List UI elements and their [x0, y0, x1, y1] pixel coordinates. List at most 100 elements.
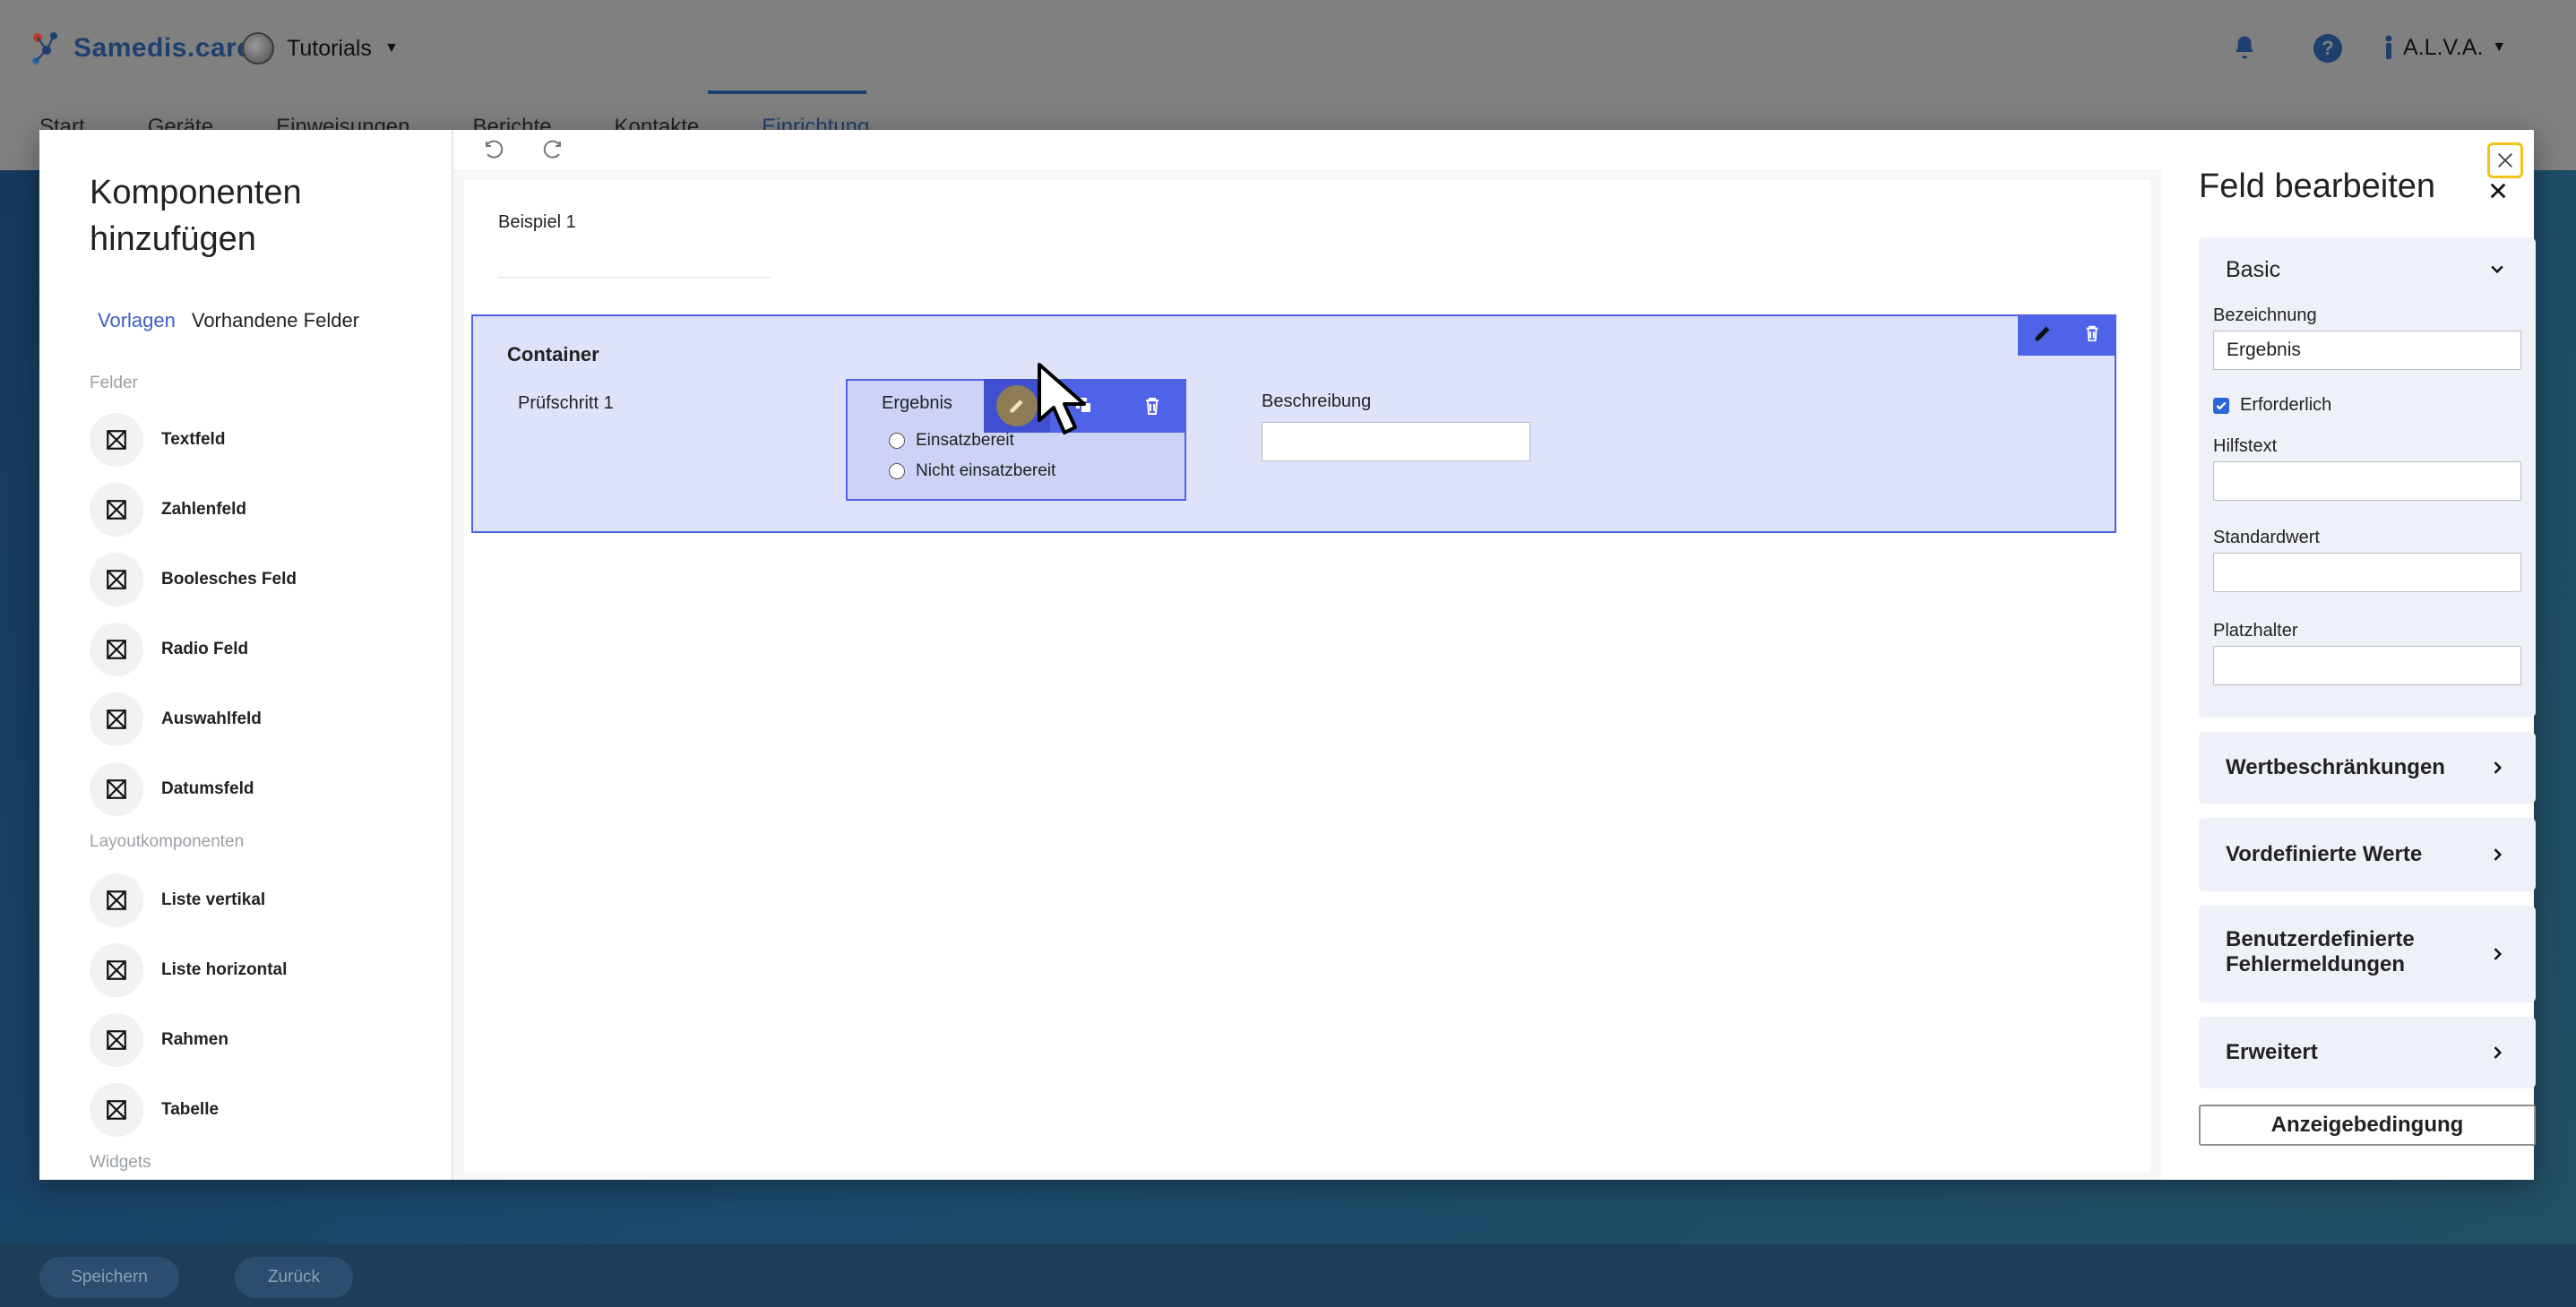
radio-option[interactable]: Einsatzbereit: [889, 431, 1014, 451]
delete-field-button[interactable]: [1118, 379, 1186, 433]
description-input[interactable]: [1262, 422, 1530, 461]
basic-section-header[interactable]: Basic: [2226, 257, 2280, 283]
component-label: Textfeld: [161, 430, 226, 449]
component-label: Boolesches Feld: [161, 570, 297, 589]
tab-templates[interactable]: Vorlagen: [98, 309, 176, 332]
default-value-input[interactable]: [2213, 553, 2521, 592]
app-footer: [0, 1244, 2576, 1307]
accordion-custom-errors[interactable]: Benutzerdefinierte Fehlermeldungen: [2199, 906, 2536, 1002]
placeholder-box-icon: [90, 692, 143, 746]
component-frame[interactable]: Rahmen: [90, 1013, 228, 1067]
user-icon: [2385, 35, 2392, 59]
component-label: Radio Feld: [161, 640, 249, 658]
accordion-value-constraints[interactable]: Wertbeschränkungen: [2199, 732, 2536, 804]
container-component[interactable]: Container Prüfschritt 1 Ergebnis Einsatz…: [471, 314, 2116, 533]
canvas-toolbar: [453, 130, 2161, 171]
accordion-predefined-values[interactable]: Vordefinierte Werte: [2199, 818, 2536, 891]
accordion-label: Erweitert: [2226, 1040, 2318, 1064]
delete-container-icon[interactable]: [2082, 323, 2102, 348]
description-label: Beschreibung: [1262, 391, 1372, 411]
form-editor-dialog: Komponenten hinzufügen Vorlagen Vorhande…: [39, 130, 2536, 1180]
edit-container-icon[interactable]: [2033, 323, 2053, 348]
display-condition-button[interactable]: Anzeigebedingung: [2199, 1105, 2536, 1146]
redo-icon[interactable]: [539, 137, 566, 164]
close-dialog-button[interactable]: [2487, 142, 2523, 178]
tab-existing-fields[interactable]: Vorhandene Felder: [192, 309, 359, 332]
form-canvas: Beispiel 1 Container Prüfschritt 1 Ergeb…: [453, 130, 2161, 1180]
accordion-advanced[interactable]: Erweitert: [2199, 1017, 2536, 1088]
close-panel-icon[interactable]: [2486, 178, 2511, 203]
radio-option[interactable]: Nicht einsatzbereit: [889, 461, 1055, 481]
components-tabs: Vorlagen Vorhandene Felder: [98, 309, 359, 332]
radio-option-label: Nicht einsatzbereit: [916, 461, 1056, 480]
components-panel-title: Komponenten hinzufügen: [90, 174, 302, 258]
undo-icon[interactable]: [480, 137, 507, 164]
example-field-label: Beispiel 1: [498, 212, 576, 232]
user-menu[interactable]: A.L.V.A. ▼: [2383, 34, 2506, 61]
component-datefield[interactable]: Datumsfeld: [90, 762, 254, 816]
required-checkbox[interactable]: Erforderlich: [2213, 395, 2331, 416]
component-label: Datumsfeld: [161, 779, 254, 798]
chevron-right-icon: [2487, 845, 2507, 864]
tenant-selector[interactable]: Tutorials ▼: [242, 32, 399, 64]
bell-icon[interactable]: [2231, 34, 2258, 61]
radio-button[interactable]: [889, 463, 905, 479]
component-label: Liste vertikal: [161, 890, 266, 909]
brand-logo[interactable]: Samedis.care: [29, 29, 252, 68]
component-list-horizontal[interactable]: Liste horizontal: [90, 943, 287, 997]
component-numberfield[interactable]: Zahlenfeld: [90, 483, 246, 537]
chevron-right-icon: [2487, 1043, 2507, 1062]
chevron-down-icon: ▼: [2492, 39, 2507, 55]
pencil-icon: [996, 385, 1038, 426]
example-field-input[interactable]: [498, 277, 771, 278]
group-label-layout: Layoutkomponenten: [90, 832, 245, 851]
placeholder-label: Platzhalter: [2213, 621, 2298, 641]
back-button[interactable]: Zurück: [235, 1257, 353, 1298]
placeholder-box-icon: [90, 413, 143, 467]
trash-icon: [1146, 398, 1159, 415]
save-button[interactable]: Speichern: [39, 1257, 179, 1298]
mouse-cursor-icon: [1038, 363, 1086, 434]
properties-title: Feld bearbeiten: [2199, 168, 2436, 205]
accordion-label: Wertbeschränkungen: [2226, 755, 2445, 779]
container-toolbar: [2018, 314, 2116, 356]
chevron-down-icon: ▼: [383, 40, 399, 56]
component-label: Rahmen: [161, 1030, 228, 1049]
chevron-down-icon[interactable]: [2487, 259, 2507, 279]
basic-section: Basic Bezeichnung Ergebnis Erforderlich …: [2199, 237, 2536, 718]
placeholder-box-icon: [90, 623, 143, 676]
checkbox-checked-icon: [2213, 397, 2229, 414]
bezeichnung-label: Bezeichnung: [2213, 305, 2317, 325]
tenant-label: Tutorials: [287, 35, 372, 61]
field-properties-panel: Feld bearbeiten Basic Bezeichnung Ergebn…: [2161, 130, 2536, 1180]
globe-icon: [242, 32, 274, 64]
default-value-label: Standardwert: [2213, 528, 2320, 547]
step-label: Prüfschritt 1: [518, 393, 614, 413]
accordion-label: Benutzerdefinierte Fehlermeldungen: [2226, 927, 2415, 976]
chevron-right-icon: [2487, 758, 2507, 778]
close-icon: [2498, 153, 2512, 168]
component-textfield[interactable]: Textfeld: [90, 413, 225, 467]
component-label: Auswahlfeld: [161, 709, 262, 728]
help-text-input[interactable]: [2213, 461, 2521, 501]
group-label-widgets: Widgets: [90, 1153, 151, 1172]
component-booleanfield[interactable]: Boolesches Feld: [90, 553, 297, 606]
required-label: Erforderlich: [2240, 395, 2332, 415]
help-icon[interactable]: ?: [2313, 34, 2342, 63]
radio-field-component[interactable]: Ergebnis Einsatzbereit Nicht einsatzbere…: [846, 379, 1186, 501]
component-radiofield[interactable]: Radio Feld: [90, 623, 248, 676]
placeholder-box-icon: [90, 483, 143, 537]
chevron-right-icon: [2487, 944, 2507, 964]
component-selectfield[interactable]: Auswahlfeld: [90, 692, 262, 746]
bezeichnung-input[interactable]: Ergebnis: [2213, 331, 2521, 370]
placeholder-input[interactable]: [2213, 646, 2521, 685]
nav-active-indicator: [708, 90, 866, 94]
brand-mark-icon: [29, 29, 65, 68]
container-title: Container: [507, 343, 599, 365]
group-label-fields: Felder: [90, 374, 138, 392]
component-table[interactable]: Tabelle: [90, 1083, 219, 1137]
component-list-vertical[interactable]: Liste vertikal: [90, 873, 265, 927]
placeholder-box-icon: [90, 873, 143, 927]
radio-button[interactable]: [889, 433, 905, 449]
radio-field-label: Ergebnis: [882, 393, 952, 413]
